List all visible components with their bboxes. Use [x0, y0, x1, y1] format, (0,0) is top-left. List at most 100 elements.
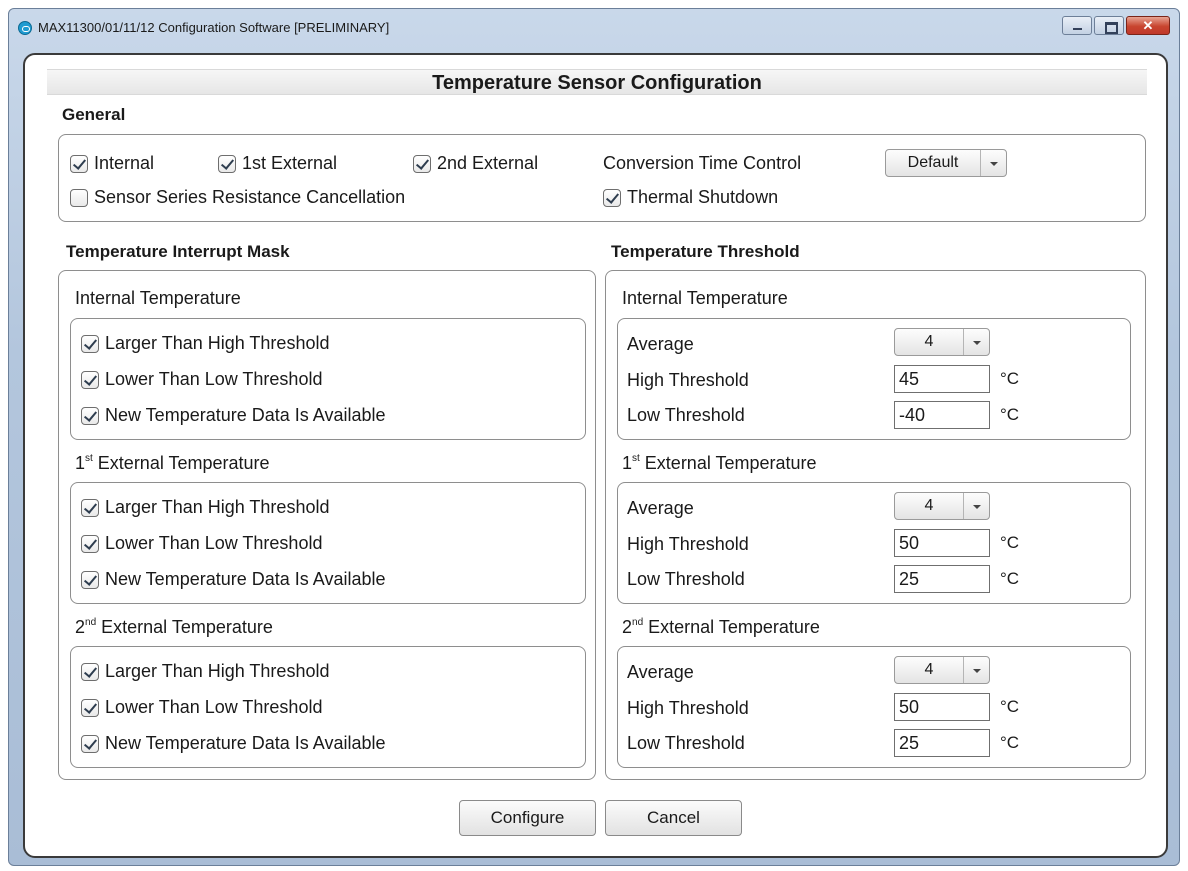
select-value: 4 — [924, 497, 934, 514]
title-text: External Temperature — [639, 453, 817, 473]
threshold-group-title-ext1: 1st External Temperature — [622, 453, 817, 474]
ext2-low-checkbox[interactable]: Lower Than Low Threshold — [81, 697, 322, 718]
title-text: 1 — [622, 453, 633, 473]
select-value: Default — [907, 154, 959, 171]
general-heading: General — [62, 105, 126, 124]
checkbox-icon — [81, 534, 99, 553]
title-sup: nd — [85, 617, 97, 628]
interrupt-group-title-internal: Internal Temperature — [75, 288, 241, 309]
minimize-button[interactable] — [1062, 16, 1092, 35]
select-value: 4 — [924, 333, 934, 350]
checkbox-label: New Temperature Data Is Available — [105, 733, 386, 753]
ext1-high-input[interactable]: 50 — [894, 529, 990, 557]
select-value: 4 — [924, 661, 934, 678]
chevron-down-icon — [963, 657, 989, 683]
conversion-time-select[interactable]: Default — [885, 149, 1007, 177]
interrupt-mask-heading: Temperature Interrupt Mask — [66, 242, 290, 261]
dialog-title: Temperature Sensor Configuration — [47, 69, 1147, 95]
config-dialog: Temperature Sensor Configuration General… — [23, 53, 1168, 858]
average-label: Average — [627, 662, 694, 682]
ext1-low-input[interactable]: 25 — [894, 565, 990, 593]
ext2-average-select[interactable]: 4 — [894, 656, 990, 684]
maximize-button[interactable] — [1094, 16, 1124, 35]
checkbox-label: Larger Than High Threshold — [105, 333, 330, 353]
checkbox-label: 1st External — [242, 153, 338, 173]
high-threshold-label: High Threshold — [627, 698, 749, 718]
threshold-heading: Temperature Threshold — [611, 242, 800, 261]
checkbox-icon — [603, 188, 621, 207]
ext1-average-select[interactable]: 4 — [894, 492, 990, 520]
thermal-shutdown-checkbox[interactable]: Thermal Shutdown — [603, 187, 778, 208]
unit-label: °C — [1000, 369, 1020, 388]
threshold-group-title-internal: Internal Temperature — [622, 288, 788, 309]
internal-average-select[interactable]: 4 — [894, 328, 990, 356]
title-text: 2 — [622, 617, 633, 637]
high-threshold-label: High Threshold — [627, 370, 749, 390]
int-low-checkbox[interactable]: Lower Than Low Threshold — [81, 369, 322, 390]
low-threshold-label: Low Threshold — [627, 733, 745, 753]
chevron-down-icon — [963, 493, 989, 519]
checkbox-icon — [81, 734, 99, 753]
ext1-high-checkbox[interactable]: Larger Than High Threshold — [81, 497, 329, 518]
internal-high-input[interactable]: 45 — [894, 365, 990, 393]
window-title: MAX11300/01/11/12 Configuration Software… — [38, 20, 390, 35]
int-newdata-checkbox[interactable]: New Temperature Data Is Available — [81, 405, 386, 426]
unit-label: °C — [1000, 533, 1020, 552]
checkbox-label: Lower Than Low Threshold — [105, 697, 323, 717]
ext2-checkbox[interactable]: 2nd External — [413, 153, 538, 174]
low-threshold-label: Low Threshold — [627, 405, 745, 425]
checkbox-icon — [81, 370, 99, 389]
window-controls — [1062, 16, 1170, 35]
ext1-low-checkbox[interactable]: Lower Than Low Threshold — [81, 533, 322, 554]
title-text: External Temperature — [96, 617, 273, 637]
title-sup: st — [632, 453, 640, 464]
checkbox-icon — [413, 154, 431, 173]
title-text: Internal Temperature — [75, 288, 241, 308]
unit-label: °C — [1000, 569, 1020, 588]
average-label: Average — [627, 334, 694, 354]
checkbox-label: 2nd External — [437, 153, 539, 173]
ext2-high-input[interactable]: 50 — [894, 693, 990, 721]
configure-button[interactable]: Configure — [459, 800, 596, 836]
internal-low-input[interactable]: -40 — [894, 401, 990, 429]
conversion-time-label: Conversion Time Control — [603, 153, 802, 173]
checkbox-label: Internal — [94, 153, 155, 173]
app-icon — [18, 21, 32, 35]
title-text: External Temperature — [643, 617, 820, 637]
high-threshold-label: High Threshold — [627, 534, 749, 554]
unit-label: °C — [1000, 697, 1020, 716]
unit-label: °C — [1000, 405, 1020, 424]
cancel-button[interactable]: Cancel — [605, 800, 742, 836]
checkbox-label: Larger Than High Threshold — [105, 497, 330, 517]
checkbox-label: Thermal Shutdown — [627, 187, 779, 207]
checkbox-icon — [81, 662, 99, 681]
ext2-high-checkbox[interactable]: Larger Than High Threshold — [81, 661, 329, 682]
ext2-newdata-checkbox[interactable]: New Temperature Data Is Available — [81, 733, 386, 754]
low-threshold-label: Low Threshold — [627, 569, 745, 589]
ext1-checkbox[interactable]: 1st External — [218, 153, 337, 174]
ext1-newdata-checkbox[interactable]: New Temperature Data Is Available — [81, 569, 386, 590]
checkbox-label: Lower Than Low Threshold — [105, 533, 323, 553]
checkbox-label: New Temperature Data Is Available — [105, 569, 386, 589]
checkbox-icon — [81, 498, 99, 517]
general-box — [58, 134, 1146, 222]
checkbox-icon — [81, 570, 99, 589]
checkbox-icon — [218, 154, 236, 173]
internal-checkbox[interactable]: Internal — [70, 153, 154, 174]
checkbox-label: Sensor Series Resistance Cancellation — [94, 187, 406, 207]
title-text: 1 — [75, 453, 86, 473]
checkbox-label: Lower Than Low Threshold — [105, 369, 323, 389]
title-text: 2 — [75, 617, 86, 637]
unit-label: °C — [1000, 733, 1020, 752]
int-high-checkbox[interactable]: Larger Than High Threshold — [81, 333, 329, 354]
checkbox-icon — [81, 334, 99, 353]
series-resistance-checkbox[interactable]: Sensor Series Resistance Cancellation — [70, 187, 405, 208]
ext2-low-input[interactable]: 25 — [894, 729, 990, 757]
checkbox-icon — [81, 406, 99, 425]
chevron-down-icon — [980, 150, 1006, 176]
title-bar[interactable]: MAX11300/01/11/12 Configuration Software… — [8, 8, 1180, 46]
close-button[interactable] — [1126, 16, 1170, 35]
checkbox-label: New Temperature Data Is Available — [105, 405, 386, 425]
average-label: Average — [627, 498, 694, 518]
interrupt-group-title-ext2: 2nd External Temperature — [75, 617, 273, 638]
